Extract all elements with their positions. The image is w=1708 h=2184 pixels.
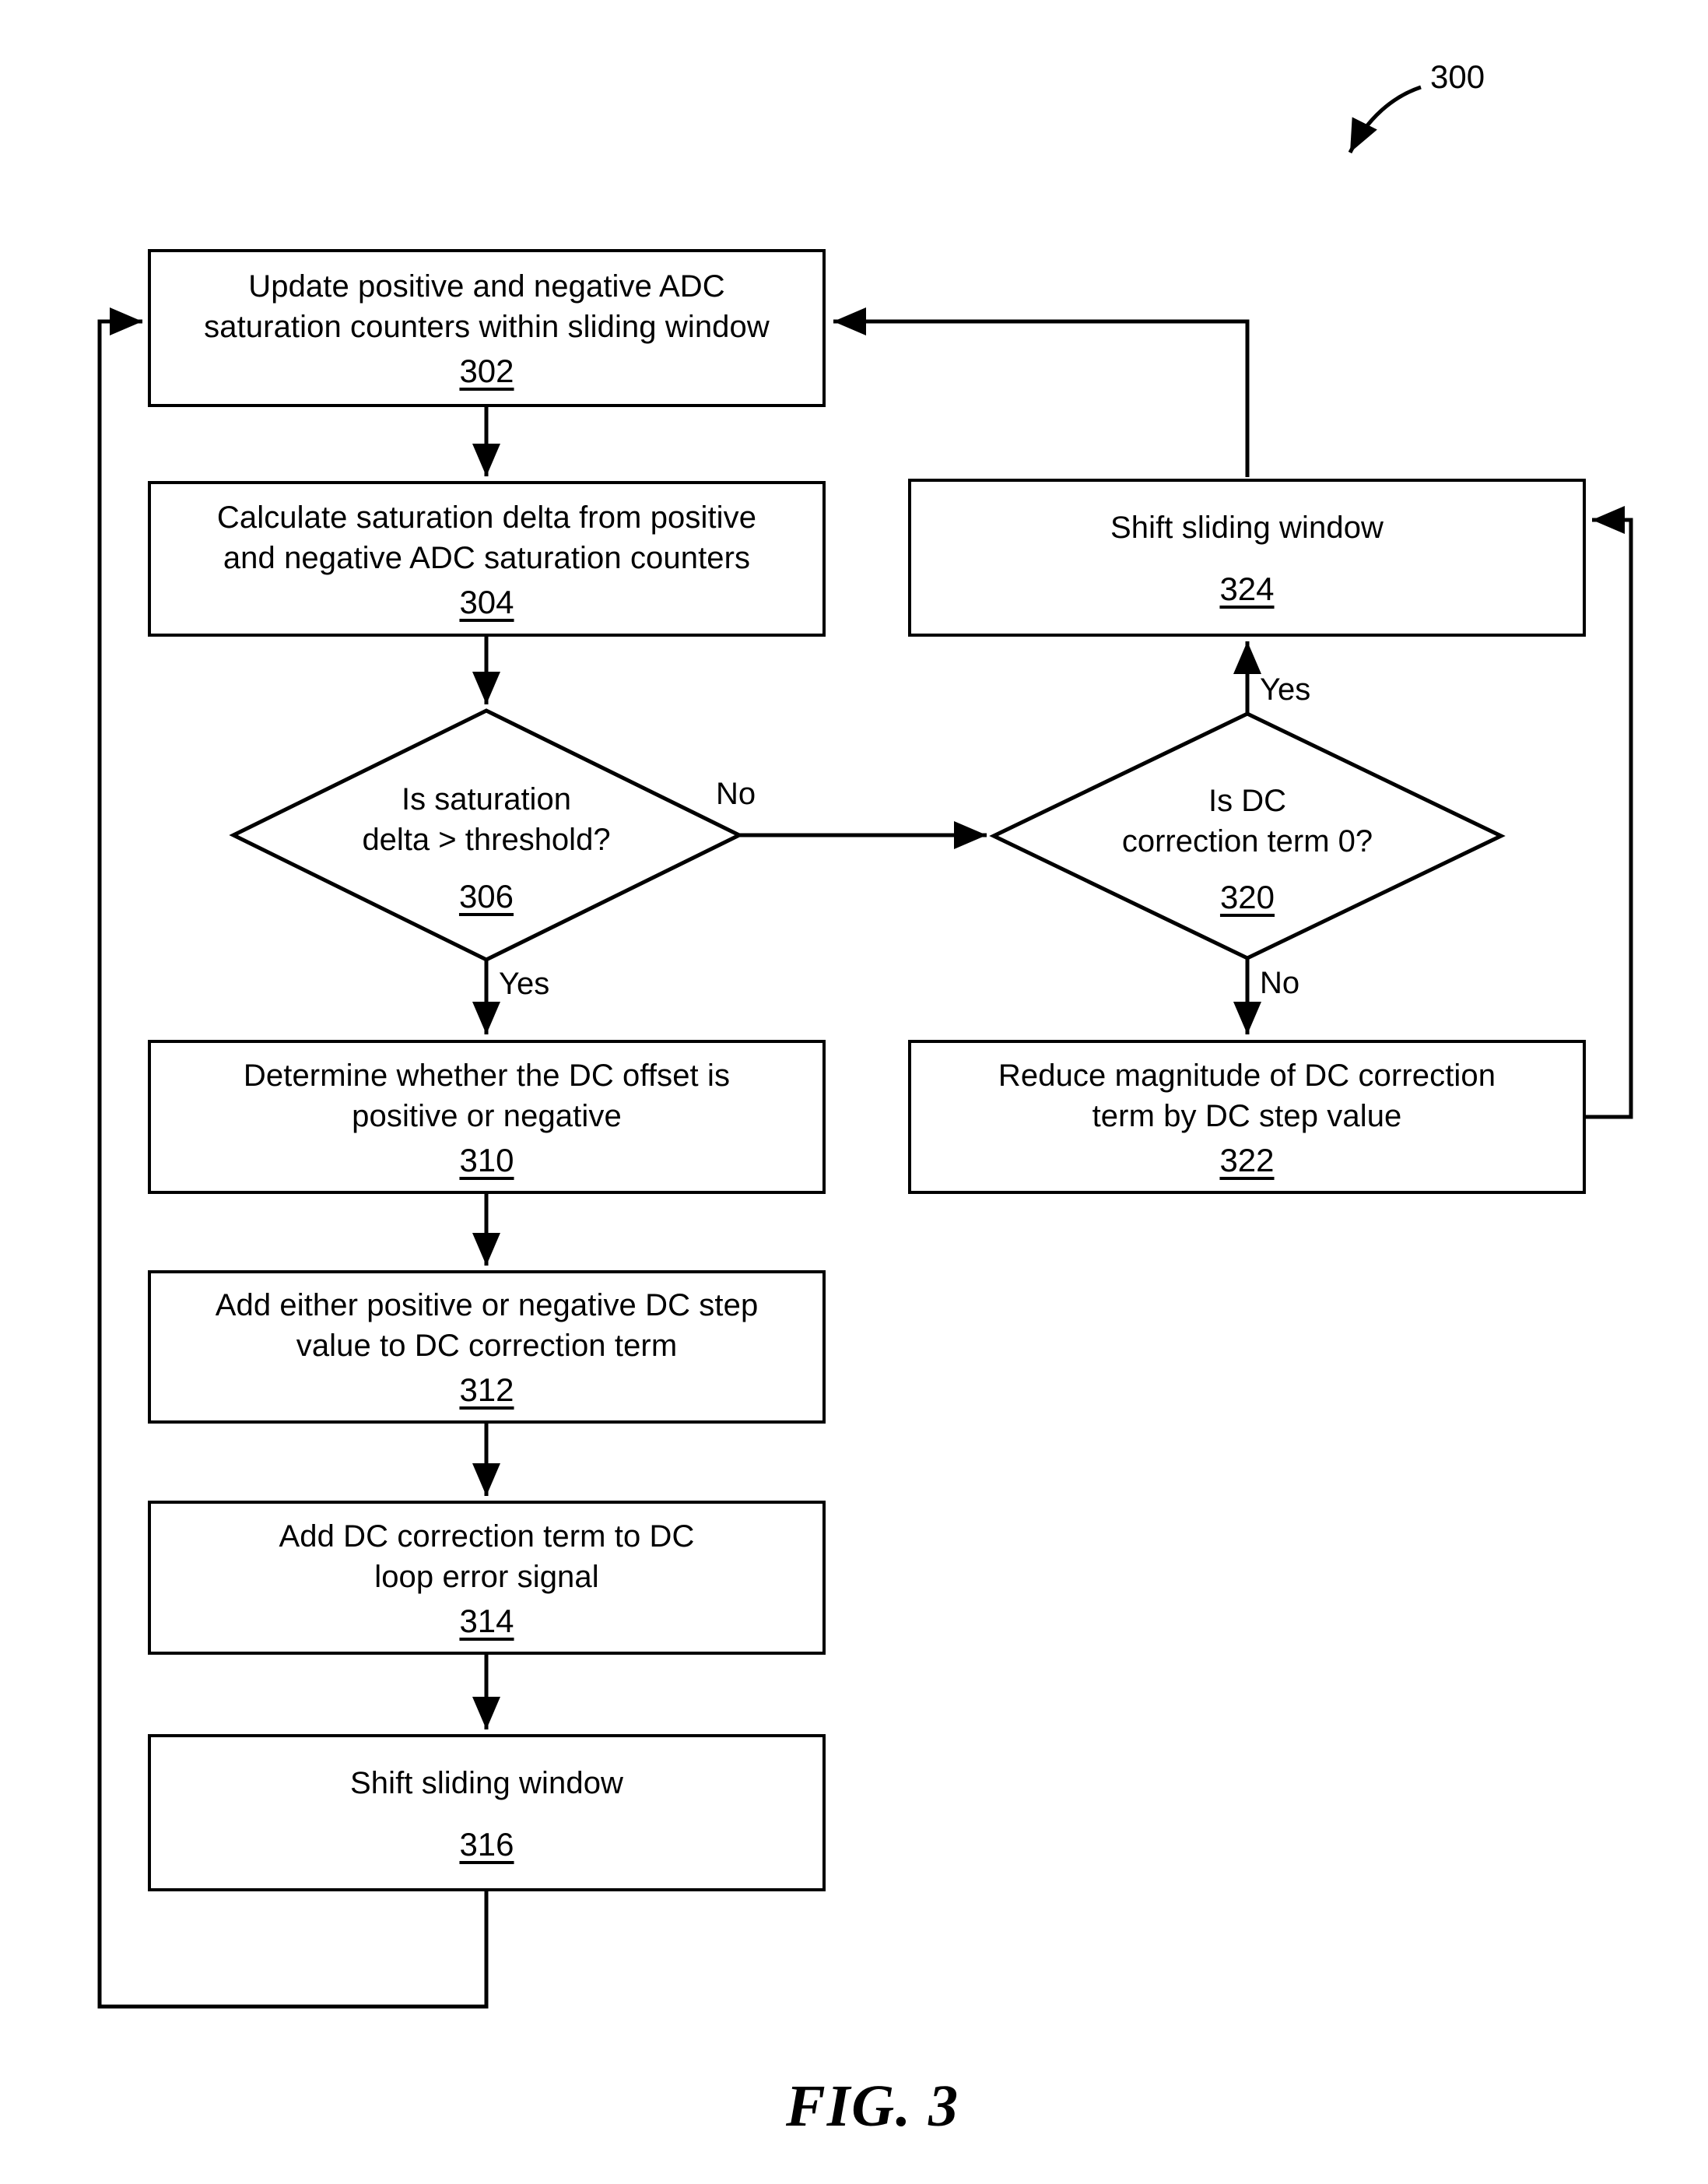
process-box-314-text: Add DC correction term to DC loop error …	[279, 1519, 695, 1594]
process-box-304: Calculate saturation delta from positive…	[148, 481, 826, 637]
process-box-324: Shift sliding window 324	[908, 479, 1586, 637]
edge-label-320-yes: Yes	[1260, 672, 1311, 707]
decision-box-320-ref: 320	[1219, 879, 1275, 915]
edge-label-306-no: No	[716, 777, 756, 811]
process-box-302-ref: 302	[459, 353, 514, 390]
decision-box-306-text: Is saturation delta > threshold?	[362, 782, 611, 857]
decision-box-306-ref: 306	[458, 878, 514, 915]
process-box-302-text: Update positive and negative ADC saturat…	[204, 269, 770, 345]
process-box-324-ref: 324	[1219, 571, 1275, 608]
process-box-310: Determine whether the DC offset is posit…	[148, 1040, 826, 1194]
process-box-322: Reduce magnitude of DC correction term b…	[908, 1040, 1586, 1194]
edge-label-320-no: No	[1260, 966, 1300, 1000]
process-box-316: Shift sliding window 316	[148, 1734, 826, 1891]
process-box-310-ref: 310	[459, 1141, 514, 1178]
decision-box-320-text: Is DC correction term 0?	[1121, 784, 1373, 859]
connector-322-to-324-feedback	[1586, 506, 1633, 1119]
process-box-310-text: Determine whether the DC offset is posit…	[243, 1058, 731, 1133]
process-box-302: Update positive and negative ADC saturat…	[148, 249, 826, 407]
figure-ref-300: 300	[1430, 58, 1485, 95]
decision-box-320: Is DC correction term 0? 320	[994, 714, 1501, 958]
process-box-312: Add either positive or negative DC step …	[148, 1270, 826, 1424]
figure-caption: FIG. 3	[786, 2073, 960, 2139]
process-box-324-text: Shift sliding window	[1110, 511, 1384, 546]
process-box-304-text: Calculate saturation delta from positive…	[216, 500, 757, 575]
process-box-316-text: Shift sliding window	[349, 1765, 624, 1800]
process-box-316-ref: 316	[459, 1825, 514, 1863]
figure-canvas: 300 Update positive and negative ADC sat…	[0, 0, 1708, 2184]
process-box-314: Add DC correction term to DC loop error …	[148, 1501, 826, 1655]
process-box-322-ref: 322	[1219, 1141, 1275, 1178]
connector-324-to-302-feedback	[833, 307, 1250, 477]
process-box-314-ref: 314	[459, 1602, 514, 1639]
process-box-312-text: Add either positive or negative DC step …	[215, 1288, 759, 1364]
process-box-312-ref: 312	[459, 1371, 514, 1409]
process-box-322-text: Reduce magnitude of DC correction term b…	[998, 1058, 1496, 1133]
decision-box-306: Is saturation delta > threshold? 306	[233, 711, 739, 960]
process-box-304-ref: 304	[459, 583, 514, 620]
edge-label-306-yes: Yes	[499, 967, 550, 1001]
figure-ref-leader	[1348, 85, 1422, 154]
